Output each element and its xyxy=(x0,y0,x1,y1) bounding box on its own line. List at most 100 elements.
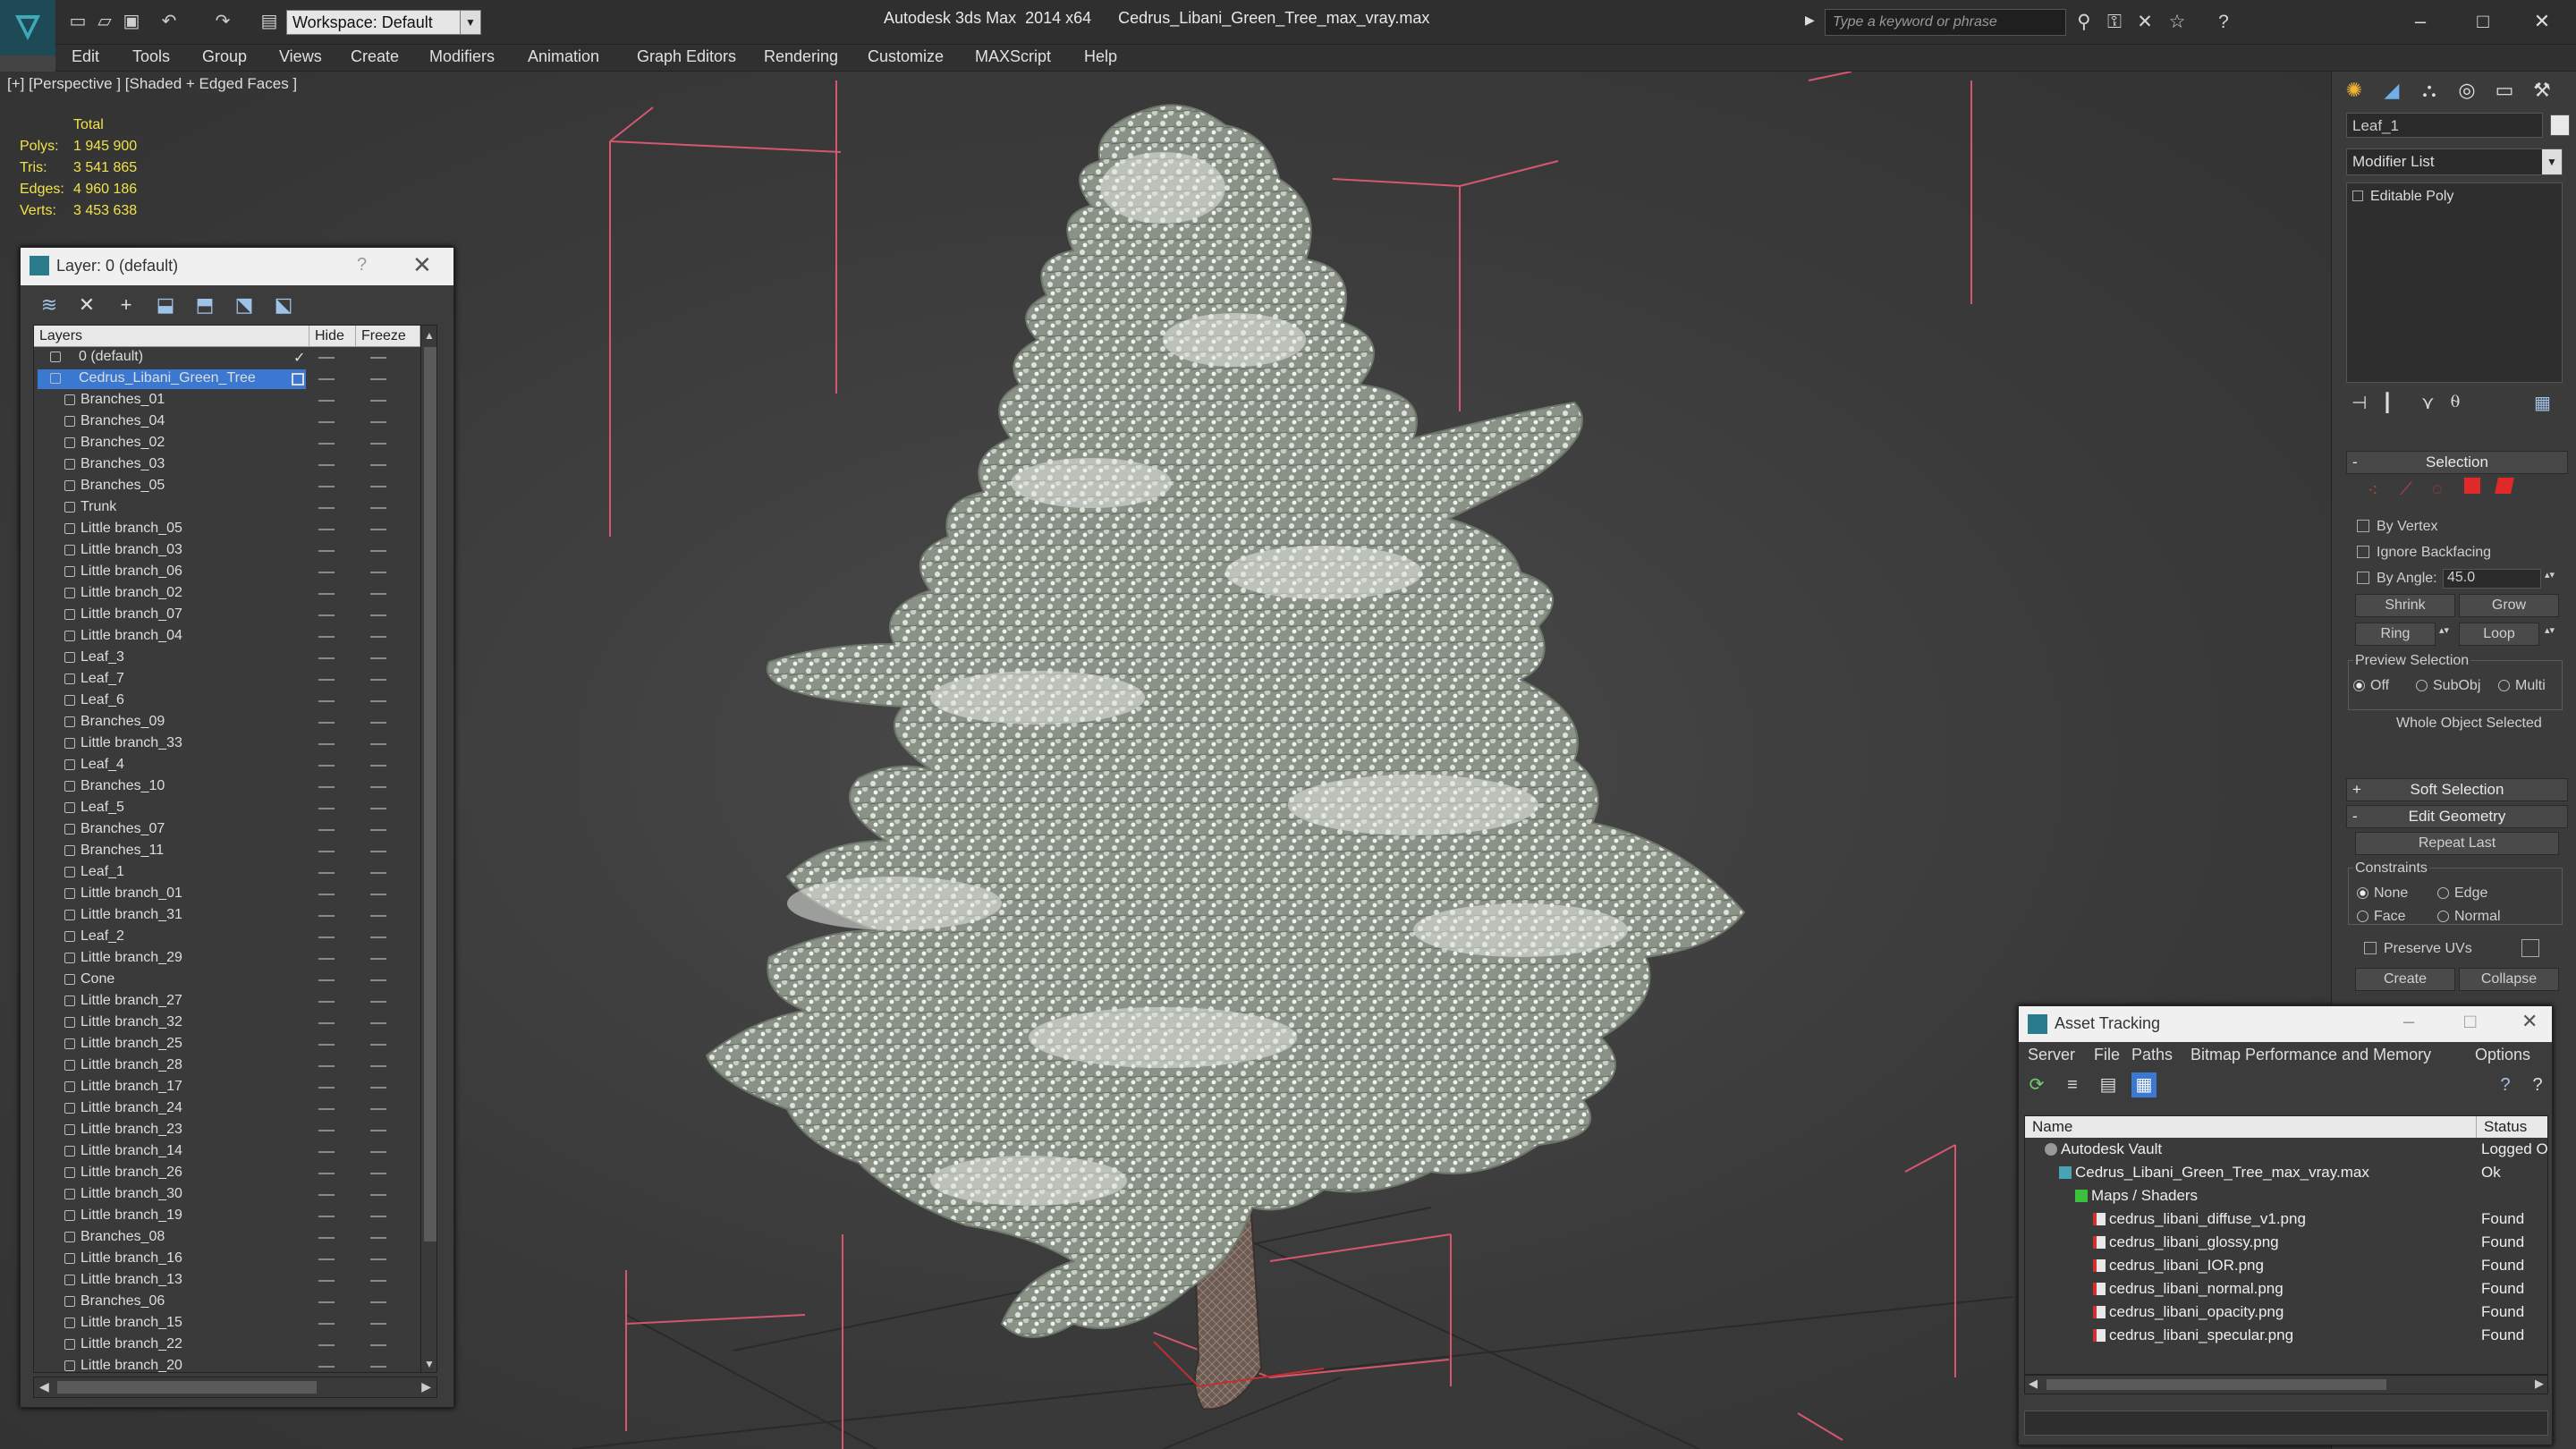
freeze-toggle[interactable] xyxy=(370,593,386,595)
table-view-icon[interactable]: ▦ xyxy=(2131,1072,2157,1097)
spinner-arrows-icon[interactable]: ▴▾ xyxy=(2545,569,2555,580)
hide-toggle[interactable] xyxy=(318,378,335,380)
freeze-toggle[interactable] xyxy=(370,936,386,938)
layer-row[interactable]: Little branch_15 xyxy=(34,1313,420,1335)
freeze-toggle[interactable] xyxy=(370,614,386,616)
angle-spinner[interactable]: 45.0 xyxy=(2443,569,2541,589)
preview-off-radio[interactable]: Off xyxy=(2353,678,2389,694)
freeze-toggle[interactable] xyxy=(370,1258,386,1260)
layer-row[interactable]: Leaf_5 xyxy=(34,798,420,819)
exchange-icon[interactable]: ✕ xyxy=(2132,11,2157,34)
undo-icon[interactable]: ↶ xyxy=(157,11,181,32)
freeze-toggle[interactable] xyxy=(370,979,386,981)
freeze-toggle[interactable] xyxy=(370,1130,386,1131)
scrollbar-thumb[interactable] xyxy=(57,1381,317,1394)
maximize-icon[interactable]: □ xyxy=(2464,1010,2476,1033)
object-color-swatch[interactable] xyxy=(2550,114,2570,136)
layer-row[interactable]: Little branch_24 xyxy=(34,1098,420,1120)
asset-menu-paths[interactable]: Paths xyxy=(2131,1046,2173,1064)
layer-row[interactable]: Branches_02 xyxy=(34,433,420,454)
remove-modifier-icon[interactable]: ⍬ xyxy=(2450,392,2471,415)
layer-row[interactable]: Little branch_22 xyxy=(34,1335,420,1356)
layer-row[interactable]: Cedrus_Libani_Green_Tree xyxy=(34,369,420,390)
column-status[interactable]: Status xyxy=(2476,1116,2527,1138)
hide-toggle[interactable] xyxy=(318,507,335,509)
layer-row[interactable]: Branches_10 xyxy=(34,776,420,798)
layer-row[interactable]: Little branch_06 xyxy=(34,562,420,583)
scroll-down-icon[interactable]: ▼ xyxy=(424,1358,435,1370)
collapse-button[interactable]: Collapse xyxy=(2459,968,2559,991)
hide-toggle[interactable] xyxy=(318,1087,335,1089)
hide-toggle[interactable] xyxy=(318,1108,335,1110)
delete-layer-icon[interactable]: ✕ xyxy=(74,292,99,318)
hide-toggle[interactable] xyxy=(318,572,335,573)
menu-animation[interactable]: Animation xyxy=(528,47,599,66)
layer-row[interactable]: Little branch_31 xyxy=(34,905,420,927)
layer-row[interactable]: Little branch_16 xyxy=(34,1249,420,1270)
hide-toggle[interactable] xyxy=(318,486,335,487)
layer-row[interactable]: Little branch_27 xyxy=(34,991,420,1013)
freeze-toggle[interactable] xyxy=(370,400,386,402)
asset-dialog-titlebar[interactable]: Asset Tracking – □ ✕ xyxy=(2019,1006,2552,1042)
constraint-none-radio[interactable]: None xyxy=(2357,886,2408,902)
hide-toggle[interactable] xyxy=(318,1044,335,1046)
layer-row[interactable]: Little branch_32 xyxy=(34,1013,420,1034)
by-angle-checkbox[interactable]: By Angle: xyxy=(2357,571,2437,587)
freeze-toggle[interactable] xyxy=(370,722,386,724)
create-tab-icon[interactable]: ✺ xyxy=(2337,75,2371,106)
freeze-toggle[interactable] xyxy=(370,786,386,788)
constraint-edge-radio[interactable]: Edge xyxy=(2437,886,2487,902)
new-file-icon[interactable]: ▭ xyxy=(66,11,89,32)
menu-tools[interactable]: Tools xyxy=(132,47,170,66)
asset-horizontal-scrollbar[interactable]: ◀ ▶ xyxy=(2024,1375,2548,1394)
ring-button[interactable]: Ring xyxy=(2355,623,2436,646)
open-file-icon[interactable]: ▱ xyxy=(93,11,116,32)
hide-toggle[interactable] xyxy=(318,915,335,917)
layer-row[interactable]: Little branch_07 xyxy=(34,605,420,626)
freeze-toggle[interactable] xyxy=(370,1194,386,1196)
hide-toggle[interactable] xyxy=(318,421,335,423)
asset-row[interactable]: cedrus_libani_specular.png Found xyxy=(2025,1324,2547,1347)
workspace-dropdown[interactable]: Workspace: Default xyxy=(286,10,476,35)
hide-toggle[interactable] xyxy=(318,1366,335,1368)
refresh-icon[interactable]: ⟳ xyxy=(2024,1072,2049,1097)
maximize-button[interactable]: □ xyxy=(2465,5,2501,38)
layer-row[interactable]: Branches_03 xyxy=(34,454,420,476)
hide-toggle[interactable] xyxy=(318,851,335,852)
freeze-toggle[interactable] xyxy=(370,829,386,831)
layer-row[interactable]: Branches_07 xyxy=(34,819,420,841)
vertex-mode-icon[interactable]: ⁖ xyxy=(2368,479,2378,502)
hide-toggle[interactable] xyxy=(318,958,335,960)
layer-horizontal-scrollbar[interactable]: ◀ ▶ xyxy=(33,1377,437,1398)
hide-toggle[interactable] xyxy=(318,722,335,724)
layer-row[interactable]: Little branch_20 xyxy=(34,1356,420,1372)
scroll-up-icon[interactable]: ▲ xyxy=(424,329,435,342)
column-freeze[interactable]: Freeze xyxy=(356,326,420,346)
hide-toggle[interactable] xyxy=(318,979,335,981)
layer-row[interactable]: Little branch_01 xyxy=(34,884,420,905)
hide-toggle[interactable] xyxy=(318,1344,335,1346)
freeze-toggle[interactable] xyxy=(370,1301,386,1303)
freeze-toggle[interactable] xyxy=(370,1022,386,1024)
asset-menu-server[interactable]: Server xyxy=(2028,1046,2075,1064)
freeze-toggle[interactable] xyxy=(370,1151,386,1153)
layer-row[interactable]: Little branch_05 xyxy=(34,519,420,540)
hide-toggle[interactable] xyxy=(318,1065,335,1067)
preserve-uvs-checkbox[interactable]: Preserve UVs xyxy=(2364,941,2472,957)
make-unique-icon[interactable]: ⋎ xyxy=(2421,392,2443,415)
layer-row[interactable]: Little branch_25 xyxy=(34,1034,420,1055)
ring-spinner-icon[interactable]: ▴▾ xyxy=(2439,624,2449,636)
border-mode-icon[interactable]: ◌ xyxy=(2432,479,2443,500)
show-end-result-icon[interactable]: ┃ xyxy=(2382,392,2403,415)
column-hide[interactable]: Hide xyxy=(309,326,356,346)
constraint-face-radio[interactable]: Face xyxy=(2357,909,2406,925)
column-layers[interactable]: Layers xyxy=(34,326,309,346)
select-objects-icon[interactable]: ⬓ xyxy=(153,292,178,318)
menu-views[interactable]: Views xyxy=(279,47,322,66)
menu-group[interactable]: Group xyxy=(202,47,247,66)
hide-toggle[interactable] xyxy=(318,700,335,702)
app-logo-icon[interactable] xyxy=(0,0,55,55)
freeze-toggle[interactable] xyxy=(370,743,386,745)
grow-button[interactable]: Grow xyxy=(2459,594,2559,617)
layer-row[interactable]: Leaf_2 xyxy=(34,927,420,948)
